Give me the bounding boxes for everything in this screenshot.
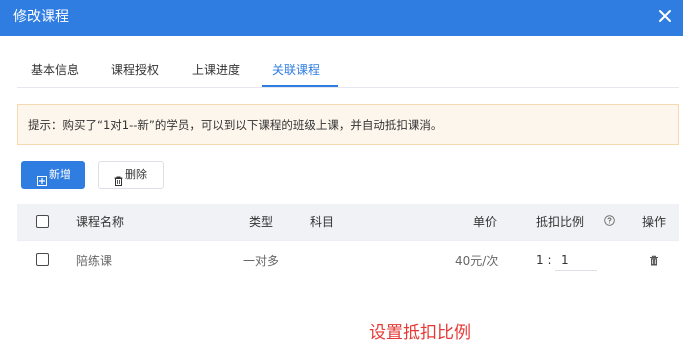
tab-bar: 基本信息 课程授权 上课进度 关联课程 — [17, 53, 679, 88]
header-price: 单价 — [473, 215, 498, 229]
header-type: 类型 — [249, 215, 274, 229]
trash-icon[interactable] — [647, 254, 661, 268]
delete-button-label: 删除 — [125, 168, 147, 181]
header-action: 操作 — [642, 215, 667, 229]
dialog-title: 修改课程 — [13, 9, 69, 25]
table-header: 课程名称 类型 科目 单价 抵扣比例 操作 — [17, 204, 679, 241]
delete-icon — [114, 170, 123, 196]
header-subject: 科目 — [310, 215, 335, 229]
ratio-prefix: 1 : — [536, 253, 552, 267]
header-deduction-ratio: 抵扣比例 — [536, 215, 585, 229]
tab-class-progress[interactable]: 上课进度 — [192, 62, 240, 78]
notice-text: 提示：购买了“1对1--新”的学员，可以到以下课程的班级上课，并自动抵扣课消。 — [28, 118, 443, 132]
ratio-input[interactable] — [555, 249, 597, 271]
help-icon[interactable] — [604, 215, 615, 226]
annotation-caption: 设置抵扣比例 — [369, 323, 471, 343]
select-all-checkbox[interactable] — [36, 215, 49, 228]
tab-linked-courses[interactable]: 关联课程 — [272, 62, 320, 78]
price-cell: 40元/次 — [455, 254, 499, 268]
add-button-label: 新增 — [49, 168, 71, 181]
tab-course-authorization[interactable]: 课程授权 — [111, 62, 159, 78]
dialog-header: 修改课程 — [0, 0, 683, 36]
close-icon[interactable] — [655, 6, 675, 26]
type-cell: 一对多 — [243, 254, 280, 268]
delete-button[interactable]: 删除 — [98, 161, 164, 189]
add-icon — [37, 170, 47, 196]
tab-basic-info[interactable]: 基本信息 — [31, 62, 79, 78]
table-row: 陪练课 一对多 40元/次 1 : — [17, 241, 679, 279]
header-course-name: 课程名称 — [76, 215, 125, 229]
add-button[interactable]: 新增 — [21, 161, 85, 189]
notice-banner: 提示：购买了“1对1--新”的学员，可以到以下课程的班级上课，并自动抵扣课消。 — [17, 104, 679, 145]
course-name-cell: 陪练课 — [76, 254, 113, 268]
active-tab-indicator — [262, 85, 338, 87]
row-checkbox[interactable] — [36, 253, 49, 266]
